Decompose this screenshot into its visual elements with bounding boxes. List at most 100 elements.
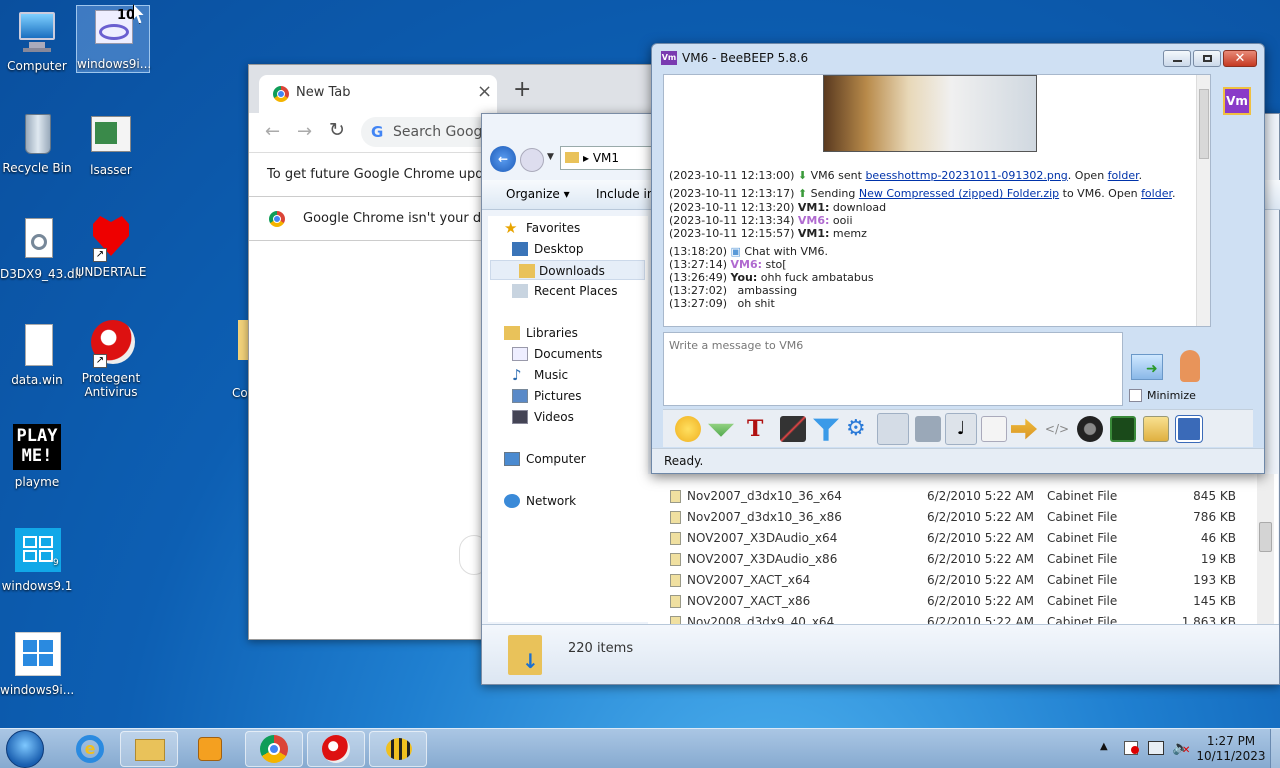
tab-close-icon[interactable]: × [477, 81, 492, 102]
nav-libraries[interactable]: Libraries [504, 323, 578, 343]
back-arrow-icon[interactable]: ← [265, 121, 280, 142]
documents-icon [512, 347, 528, 361]
close-window-button[interactable]: ✕ [1223, 50, 1257, 67]
open-folder-link[interactable]: folder [1108, 169, 1139, 182]
breadcrumb-vm1[interactable]: VM1 [593, 151, 619, 165]
window-detach-icon[interactable] [1175, 415, 1203, 443]
desktop-icon-recycle-bin[interactable]: Recycle Bin [0, 110, 74, 175]
show-desktop-button[interactable] [1270, 729, 1280, 768]
show-hidden-icons-button[interactable]: ▲ [1100, 741, 1108, 752]
export-icon[interactable] [981, 416, 1007, 442]
desktop-icon-windows9i-2[interactable]: windows9i... [0, 632, 74, 697]
cabinet-file-icon [670, 532, 681, 545]
settings-gear-icon[interactable]: ⚙ [846, 416, 872, 442]
taskbar-protegent-button[interactable] [307, 731, 365, 767]
taskbar-beebeep-button[interactable] [369, 731, 427, 767]
desktop-icon-computer[interactable]: Computer [0, 8, 74, 73]
taskbar-explorer-button[interactable] [120, 731, 178, 767]
network-status-icon[interactable] [1148, 741, 1164, 755]
desktop-icon-playme[interactable]: PLAY ME! playme [0, 424, 74, 489]
organize-button[interactable]: Organize ▾ [506, 187, 570, 201]
taskbar-chrome-button[interactable] [245, 731, 303, 767]
nav-desktop[interactable]: Desktop [512, 239, 584, 259]
chrome-tab-new-tab[interactable]: New Tab × [259, 75, 497, 113]
message-input[interactable]: Write a message to VM6 [663, 332, 1123, 406]
file-row[interactable]: Nov2008_d3dx9_40_x64 6/2/2010 5:22 AM Cabi… [648, 612, 1260, 624]
maximize-window-button[interactable] [1193, 50, 1221, 67]
start-button[interactable] [6, 730, 44, 768]
send-file-icon[interactable] [1011, 418, 1037, 440]
color-picker-icon[interactable] [780, 416, 806, 442]
status-bar: Ready. [652, 448, 1264, 473]
sent-file-link[interactable]: New Compressed (zipped) Folder.zip [859, 187, 1059, 200]
sound-icon[interactable]: ♩ [945, 413, 977, 445]
microphone-icon[interactable] [1180, 350, 1200, 382]
system-clock[interactable]: 1:27 PM 10/11/2023 [1196, 734, 1266, 764]
scrollbar-thumb[interactable] [1199, 89, 1209, 159]
vertical-scrollbar[interactable] [1257, 474, 1274, 624]
beebeep-toolbar: T ⚙ ♩ </> [663, 409, 1253, 447]
reload-icon[interactable]: ↻ [329, 119, 345, 141]
nav-documents[interactable]: Documents [512, 344, 602, 364]
desktop-icon-windows9i-10[interactable]: 10 windows9i... [76, 5, 151, 73]
desktop-icon-protegent[interactable]: ↗ Protegent Antivirus [74, 320, 148, 399]
file-date: 6/2/2010 5:22 AM [927, 489, 1035, 503]
send-message-icon[interactable]: ➜ [1131, 354, 1163, 380]
nav-network[interactable]: Network [504, 491, 576, 511]
screenshot-thumbnail[interactable] [823, 75, 1037, 152]
window-app-icon: 10 [89, 6, 137, 54]
received-file-link[interactable]: beesshottmp-20231011-091302.png [865, 169, 1067, 182]
window-title: VM6 - BeeBEEP 5.8.6 [682, 51, 809, 65]
nav-favorites[interactable]: ★ Favorites [504, 218, 580, 238]
dropdown-green-icon[interactable] [708, 423, 734, 437]
back-nav-icon[interactable]: ← [490, 146, 516, 172]
action-center-icon[interactable] [1124, 741, 1139, 755]
desktop-icon-d3dx9-dll[interactable]: D3DX9_43.dll [0, 216, 81, 281]
beebeep-titlebar: Vm VM6 - BeeBEEP 5.8.6 ✕ [652, 44, 1264, 72]
forward-arrow-icon[interactable]: → [297, 121, 312, 142]
code-icon[interactable]: </> [1044, 416, 1070, 442]
minimize-window-button[interactable] [1163, 50, 1191, 67]
desktop-icon-undertale[interactable]: ↗ UNDERTALE [74, 214, 148, 279]
user-avatar[interactable]: Vm [1223, 87, 1251, 115]
open-folder-link[interactable]: folder [1141, 187, 1172, 200]
notes-icon[interactable] [1143, 416, 1169, 442]
file-row[interactable]: Nov2007_d3dx10_36_x64 6/2/2010 5:22 AM Cab… [648, 486, 1260, 507]
nav-music[interactable]: ♪ Music [512, 365, 568, 385]
nav-recent-places[interactable]: Recent Places [512, 281, 617, 301]
desktop-icon-data-win[interactable]: data.win [0, 322, 74, 387]
beebeep-window[interactable]: Vm VM6 - BeeBEEP 5.8.6 ✕ (2023-10-11 12:… [651, 43, 1265, 474]
minimize-checkbox[interactable] [1129, 389, 1142, 402]
screenshot-icon[interactable] [1110, 416, 1136, 442]
file-row[interactable]: NOV2007_XACT_x86 6/2/2010 5:22 AM Cabinet … [648, 591, 1260, 612]
dropdown-arrow-icon[interactable]: ▼ [547, 152, 554, 162]
nav-computer[interactable]: Computer [504, 449, 586, 469]
nav-pictures[interactable]: Pictures [512, 386, 582, 406]
chat-log[interactable]: (2023-10-11 12:13:00) ⬇ VM6 sent beessho… [663, 74, 1211, 327]
font-icon[interactable]: T [747, 416, 773, 442]
include-in-library-button[interactable]: Include in [596, 187, 654, 201]
file-row[interactable]: NOV2007_XACT_x64 6/2/2010 5:22 AM Cabinet … [648, 570, 1260, 591]
save-chat-icon[interactable] [877, 413, 909, 445]
omnibox-placeholder: Search Google [393, 124, 495, 140]
nav-downloads[interactable]: Downloads [490, 260, 645, 280]
desktop-icon-lsasser[interactable]: lsasser [74, 112, 148, 177]
partial-desktop-icon[interactable]: Co [232, 386, 248, 400]
scrollbar-thumb[interactable] [1259, 522, 1272, 552]
address-bar[interactable]: ▸ VM1 [560, 146, 652, 170]
nav-videos[interactable]: Videos [512, 407, 574, 427]
new-tab-button[interactable]: + [513, 77, 531, 102]
desktop-icon [512, 242, 528, 256]
camera-icon[interactable] [1077, 416, 1103, 442]
media-player-icon[interactable] [198, 737, 222, 761]
spellcheck-icon[interactable] [915, 416, 941, 442]
file-row[interactable]: NOV2007_X3DAudio_x64 6/2/2010 5:22 AM Cabi… [648, 528, 1260, 549]
file-row[interactable]: Nov2007_d3dx10_36_x86 6/2/2010 5:22 AM Cab… [648, 507, 1260, 528]
desktop-icon-windows9-1[interactable]: 9 windows9.1 [0, 528, 74, 593]
forward-nav-icon[interactable] [520, 148, 544, 172]
chat-scrollbar[interactable] [1196, 75, 1210, 326]
file-row[interactable]: NOV2007_X3DAudio_x86 6/2/2010 5:22 AM Cabi… [648, 549, 1260, 570]
filter-icon[interactable] [813, 418, 839, 441]
emoticon-icon[interactable] [675, 416, 701, 442]
internet-explorer-icon[interactable]: e [76, 735, 104, 763]
